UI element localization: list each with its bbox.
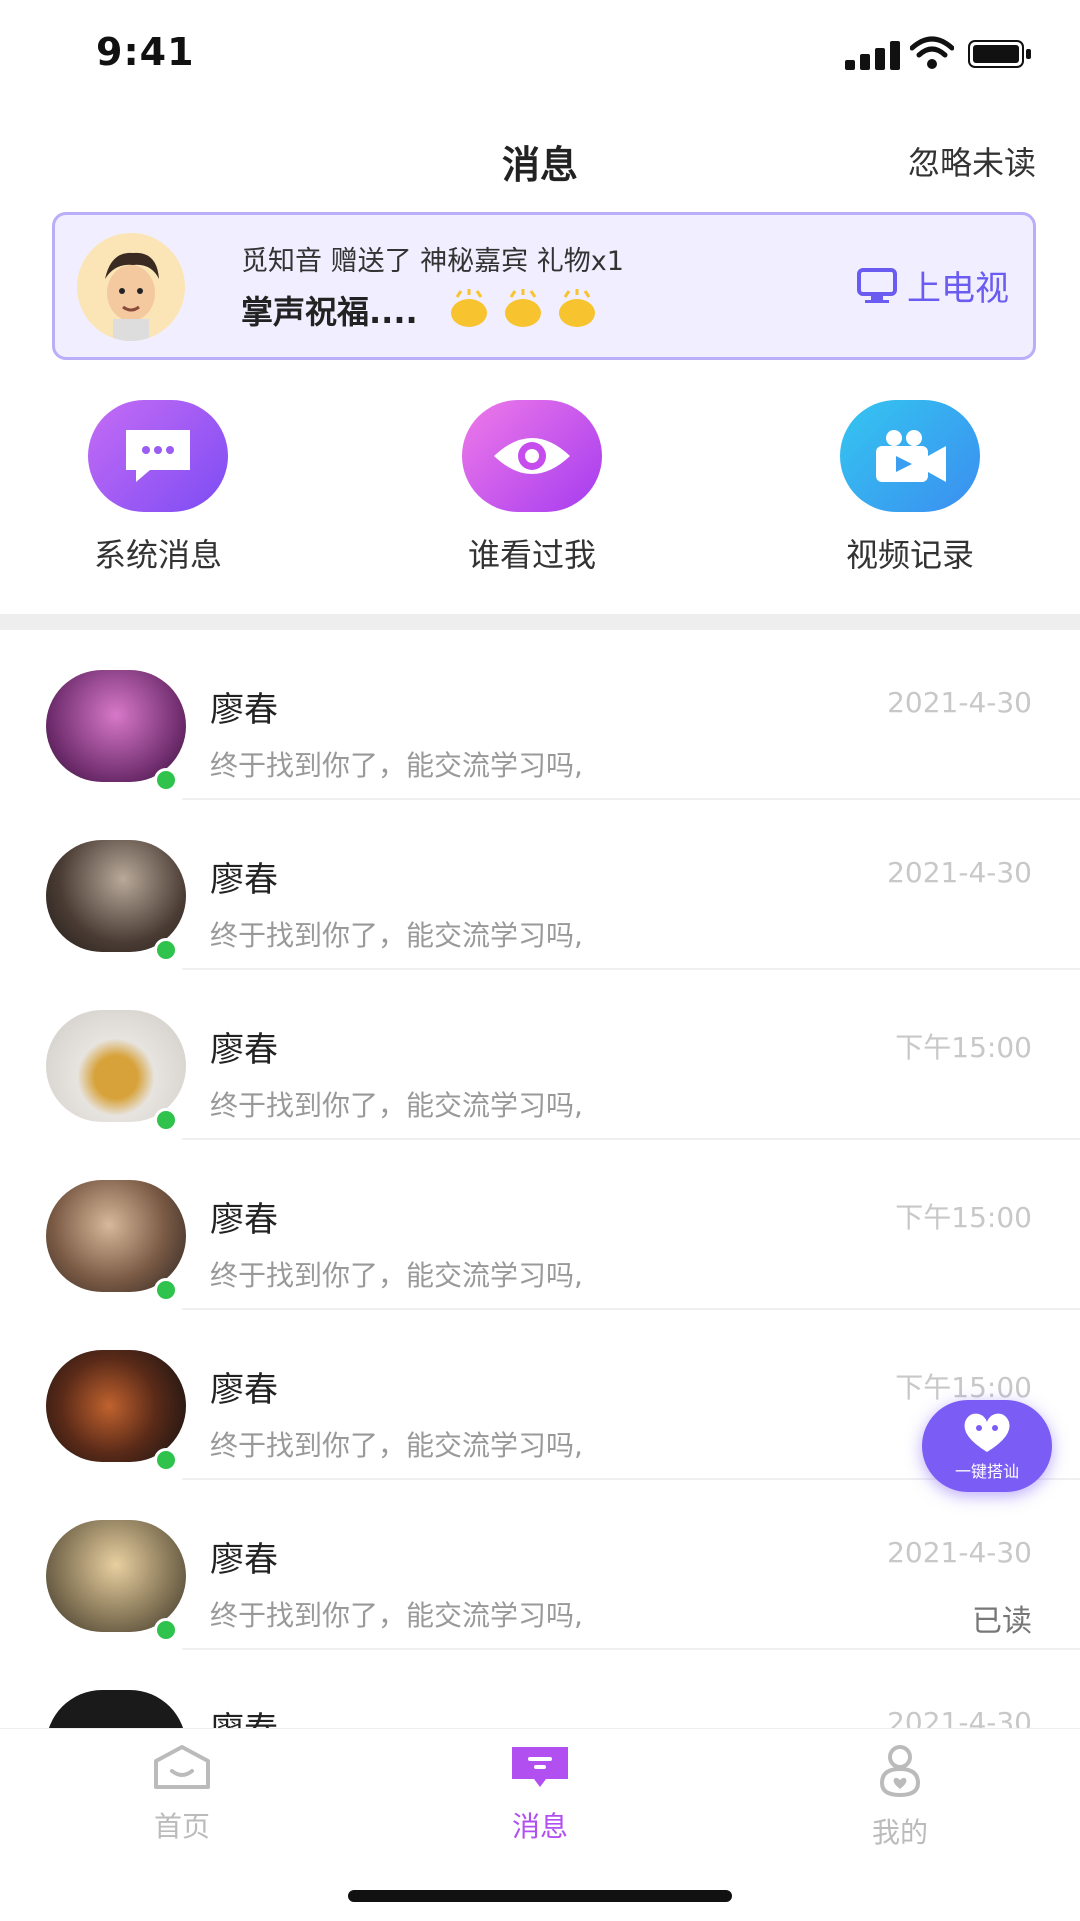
conversation-row[interactable]: 廖春 终于找到你了，能交流学习吗, 2021-4-30 已读 [0, 1480, 1080, 1650]
avatar [46, 1010, 186, 1122]
message-time: 2021-4-30 [887, 856, 1032, 889]
section-divider [0, 614, 1080, 630]
wifi-icon [910, 36, 954, 69]
conversation-row[interactable]: 廖春 终于找到你了，能交流学习吗, 下午15:00 [0, 1310, 1080, 1480]
tab-home[interactable]: 首页 [82, 1743, 282, 1845]
banner-message: 掌声祝福.... [241, 293, 418, 331]
tab-label: 首页 [153, 1810, 210, 1843]
home-indicator [348, 1890, 732, 1902]
conversation-row[interactable]: 廖春 终于找到你了，能交流学习吗, 2021-4-30 [0, 800, 1080, 970]
profile-icon [879, 1745, 921, 1798]
contact-name: 廖春 [210, 860, 278, 900]
online-dot [154, 1448, 178, 1472]
read-status: 已读 [972, 1604, 1032, 1639]
quick-video-records[interactable]: 视频记录 [780, 400, 1040, 576]
conversation-list[interactable]: 廖春 终于找到你了，能交流学习吗, 2021-4-30 廖春 终于找到你了，能交… [0, 630, 1080, 1728]
message-time: 2021-4-30 [887, 1706, 1032, 1728]
go-tv-label: 上电视 [907, 269, 1009, 309]
contact-name: 廖春 [210, 1702, 278, 1728]
message-preview: 终于找到你了，能交流学习吗, [210, 1259, 583, 1292]
gift-banner[interactable]: 觅知音 赠送了 神秘嘉宾 礼物x1 掌声祝福.... 上电视 [52, 212, 1036, 360]
quick-label: 谁看过我 [467, 536, 596, 574]
tab-label: 消息 [511, 1810, 568, 1843]
contact-name: 廖春 [210, 1030, 278, 1070]
conversation-row[interactable]: 廖春 终于找到你了，能交流学习吗, 下午15:00 [0, 1140, 1080, 1310]
message-time: 下午15:00 [895, 1201, 1032, 1234]
contact-name: 廖春 [210, 1200, 278, 1240]
avatar [46, 1180, 186, 1292]
tab-label: 我的 [871, 1816, 928, 1849]
message-preview: 终于找到你了，能交流学习吗, [210, 1089, 583, 1122]
message-preview: 终于找到你了，能交流学习吗, [210, 749, 583, 782]
avatar [46, 1690, 186, 1728]
online-dot [154, 1278, 178, 1302]
signal-icon [845, 41, 900, 70]
quick-chat-button[interactable]: 一键搭讪 [922, 1400, 1052, 1492]
clap-emojis [447, 289, 599, 329]
nav-bar: 消息 忽略未读 [0, 120, 1080, 200]
quick-chat-label: 一键搭讪 [954, 1462, 1019, 1481]
tab-profile[interactable]: 我的 [800, 1743, 1000, 1851]
avatar [46, 1520, 186, 1632]
home-icon [154, 1745, 210, 1789]
contact-name: 廖春 [210, 690, 278, 730]
contact-name: 廖春 [210, 1540, 278, 1580]
banner-avatar [77, 233, 185, 341]
quick-label: 系统消息 [93, 536, 222, 574]
ignore-unread-button[interactable]: 忽略未读 [908, 138, 1036, 184]
message-preview: 终于找到你了，能交流学习吗, [210, 1429, 583, 1462]
online-dot [154, 938, 178, 962]
clap-icon [505, 289, 541, 327]
status-time: 9:41 [96, 30, 195, 74]
tv-icon [857, 267, 897, 303]
heart-chat-icon [964, 1413, 1010, 1452]
clap-icon [559, 289, 595, 327]
conversation-row[interactable]: 廖春 2021-4-30 [0, 1650, 1080, 1728]
message-preview: 终于找到你了，能交流学习吗, [210, 1599, 583, 1632]
message-preview: 终于找到你了，能交流学习吗, [210, 919, 583, 952]
message-icon [512, 1747, 568, 1787]
online-dot [154, 768, 178, 792]
online-dot [154, 1108, 178, 1132]
quick-label: 视频记录 [845, 536, 974, 574]
status-bar: 9:41 [0, 0, 1080, 100]
eye-icon [462, 400, 602, 512]
conversation-row[interactable]: 廖春 终于找到你了，能交流学习吗, 2021-4-30 [0, 630, 1080, 800]
go-tv-button[interactable]: 上电视 [857, 261, 1009, 310]
quick-who-viewed-me[interactable]: 谁看过我 [402, 400, 662, 576]
avatar [46, 1350, 186, 1462]
contact-name: 廖春 [210, 1370, 278, 1410]
avatar [46, 840, 186, 952]
quick-system-messages[interactable]: 系统消息 [28, 400, 288, 576]
message-time: 2021-4-30 [887, 686, 1032, 719]
message-time: 2021-4-30 [887, 1536, 1032, 1569]
message-time: 下午15:00 [895, 1031, 1032, 1064]
banner-gift-text: 觅知音 赠送了 神秘嘉宾 礼物x1 [241, 246, 624, 277]
chat-bubble-icon [88, 400, 228, 512]
conversation-row[interactable]: 廖春 终于找到你了，能交流学习吗, 下午15:00 [0, 970, 1080, 1140]
avatar [46, 670, 186, 782]
video-camera-icon [840, 400, 980, 512]
battery-icon [968, 40, 1031, 68]
tab-messages[interactable]: 消息 [440, 1743, 640, 1845]
online-dot [154, 1618, 178, 1642]
clap-icon [451, 289, 487, 327]
